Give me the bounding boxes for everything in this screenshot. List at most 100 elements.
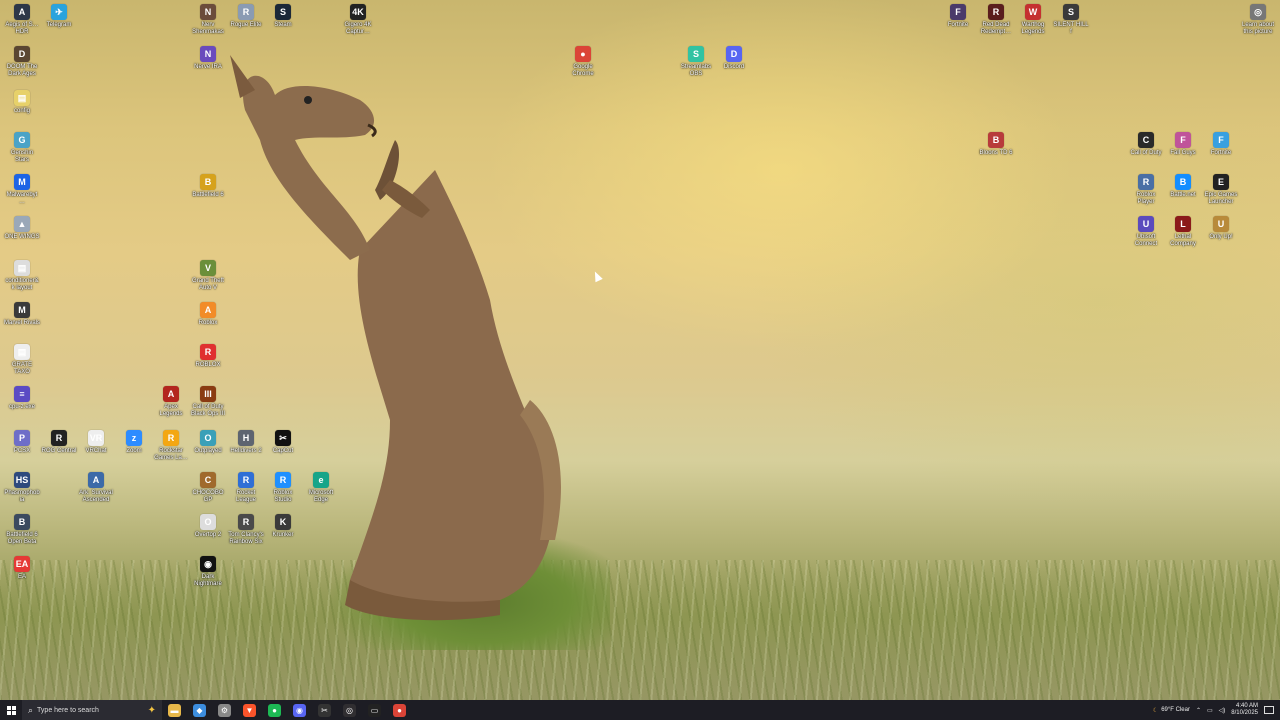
desktop-icon[interactable]: R Rockstar Games La… bbox=[153, 430, 189, 462]
desktop-icon[interactable]: R Roblox Player bbox=[1128, 174, 1164, 206]
clock[interactable]: 4:40 AM 8/10/2025 bbox=[1231, 703, 1258, 717]
desktop-icon-label: Only Up! bbox=[1209, 234, 1233, 240]
app-icon: B bbox=[988, 132, 1004, 148]
desktop-icon[interactable]: N Nerve IRA bbox=[190, 46, 226, 71]
start-button[interactable] bbox=[0, 700, 22, 720]
desktop-icon[interactable]: D Discord bbox=[716, 46, 752, 71]
desktop-icon[interactable]: S Steam bbox=[265, 4, 301, 29]
desktop-icon[interactable]: ◉ Dark Nightmare bbox=[190, 556, 226, 588]
desktop-icon[interactable]: ◎ Learn about this picture bbox=[1240, 4, 1276, 36]
show-hidden-icons-chevron-icon[interactable]: ⌃ bbox=[1196, 707, 1201, 714]
desktop-icon[interactable]: S Streamlabs OBS bbox=[678, 46, 714, 78]
desktop-icon[interactable]: M Malwarebyt… bbox=[4, 174, 40, 206]
desktop-icon[interactable]: O Overtop 2 bbox=[190, 514, 226, 539]
desktop-icon[interactable]: A Apex Legends bbox=[153, 386, 189, 418]
weather-widget[interactable]: ☾ 69°F Clear bbox=[1153, 707, 1190, 714]
desktop-icon[interactable]: P PCSX bbox=[4, 430, 40, 455]
desktop-icon-label: Tom Clancy's Rainbow Six bbox=[228, 532, 264, 545]
taskbar-settings-icon[interactable]: ⚙ bbox=[218, 703, 231, 717]
app-icon: N bbox=[200, 4, 216, 20]
desktop-icon[interactable]: R Tom Clancy's Rainbow Six bbox=[228, 514, 264, 546]
desktop-icon-label: SILENT HILL f bbox=[1053, 22, 1089, 35]
app-icon: R bbox=[238, 514, 254, 530]
desktop-icon[interactable]: ● Google Chrome bbox=[565, 46, 601, 78]
desktop-icon[interactable]: z Zoom bbox=[116, 430, 152, 455]
app-icon: S bbox=[1063, 4, 1079, 20]
app-icon: C bbox=[1138, 132, 1154, 148]
desktop-icon[interactable]: R ROG Central bbox=[41, 430, 77, 455]
desktop-icon[interactable]: D DOOM The Dark Ages bbox=[4, 46, 40, 78]
app-icon: e bbox=[313, 472, 329, 488]
taskbar-search[interactable]: ⌕ Type here to search ✦ bbox=[22, 700, 162, 720]
desktop-icon[interactable]: ▤ config bbox=[4, 90, 40, 115]
volume-icon[interactable]: ◁) bbox=[1219, 707, 1226, 714]
desktop-icon[interactable]: ✂ CapCut bbox=[265, 430, 301, 455]
desktop-icon-label: PCSX bbox=[13, 448, 31, 454]
desktop-icon-label: Marvel Rivals bbox=[4, 320, 41, 326]
desktop-icon[interactable]: K Krunker bbox=[265, 514, 301, 539]
desktop-icon[interactable]: R Rocket League bbox=[228, 472, 264, 504]
desktop-icon-label: Ark: Survival Ascended bbox=[79, 490, 113, 503]
desktop-icon[interactable]: 4K Gigero 4K Captur… bbox=[340, 4, 376, 36]
desktop-icon[interactable]: A Aegis of S… HDR bbox=[4, 4, 40, 36]
desktop-icon[interactable]: F Fortnite bbox=[940, 4, 976, 29]
taskbar-brave-icon[interactable]: ▼ bbox=[243, 703, 256, 717]
weather-text: 69°F Clear bbox=[1161, 707, 1190, 713]
desktop-icon[interactable]: L Lethal Company bbox=[1165, 216, 1201, 248]
app-icon: U bbox=[1213, 216, 1229, 232]
desktop-icon[interactable]: R Rogue Elite bbox=[228, 4, 264, 29]
desktop-icon[interactable]: O Outplayed bbox=[190, 430, 226, 455]
taskbar-terminal-icon[interactable]: ▭ bbox=[368, 703, 381, 717]
desktop-icon[interactable]: ≡ cpu-z.exe bbox=[4, 386, 40, 411]
desktop-icon[interactable]: B Battle.net bbox=[1165, 174, 1201, 199]
desktop-icon[interactable]: E Epic Games Launcher bbox=[1203, 174, 1239, 206]
desktop-icon[interactable]: G Genshin Stars bbox=[4, 132, 40, 164]
desktop-icon[interactable]: VR VRChat bbox=[78, 430, 114, 455]
app-icon: D bbox=[14, 46, 30, 62]
desktop-icon[interactable]: V Grand Theft Auto V bbox=[190, 260, 226, 292]
desktop-icon[interactable]: B Battlefield 6 bbox=[190, 174, 226, 199]
taskbar-visual-studio-icon[interactable]: ◆ bbox=[193, 703, 206, 717]
desktop-icon[interactable]: F Fortnite bbox=[1203, 132, 1239, 157]
desktop-icon-label: CHOCOBO GP bbox=[192, 490, 224, 503]
desktop-icon-label: Genshin Stars bbox=[10, 150, 34, 163]
network-icon[interactable]: ▭ bbox=[1207, 707, 1213, 714]
desktop-icon[interactable]: III Call of Duty Black Ops III bbox=[190, 386, 226, 418]
app-icon: R bbox=[238, 472, 254, 488]
desktop-icon[interactable]: EA EA bbox=[4, 556, 40, 581]
desktop-icon[interactable]: R Red Dead Redempt… bbox=[978, 4, 1014, 36]
taskbar-discord-icon[interactable]: ◉ bbox=[293, 703, 306, 717]
desktop-icon[interactable]: ▲ ONE WINGS bbox=[4, 216, 40, 241]
desktop-icon[interactable]: ▤ conditioner&k layout bbox=[4, 260, 40, 292]
desktop-icon[interactable]: HS Phasmophobia bbox=[4, 472, 40, 504]
desktop-icon[interactable]: A Roblox bbox=[190, 302, 226, 327]
desktop-icon[interactable]: ▤ GRATE TAXO bbox=[4, 344, 40, 376]
desktop-icon[interactable]: U Ubisoft Connect bbox=[1128, 216, 1164, 248]
desktop-icon[interactable]: S SILENT HILL f bbox=[1053, 4, 1089, 36]
desktop-icon[interactable]: R Roblox Studio bbox=[265, 472, 301, 504]
copilot-icon[interactable]: ✦ bbox=[148, 705, 156, 716]
app-icon: R bbox=[238, 4, 254, 20]
app-icon: F bbox=[950, 4, 966, 20]
desktop-icon[interactable]: e Microsoft Edge bbox=[303, 472, 339, 504]
taskbar-file-explorer-icon[interactable]: ▬ bbox=[168, 703, 181, 717]
desktop-icon[interactable]: H Helldivers 2 bbox=[228, 430, 264, 455]
desktop-icon[interactable]: W Warthog Legends bbox=[1015, 4, 1051, 36]
desktop-icon[interactable]: R ROBLOX bbox=[190, 344, 226, 369]
desktop-icon[interactable]: B Bloons TD 6 bbox=[978, 132, 1014, 157]
desktop-icon[interactable]: F Fall Guys bbox=[1165, 132, 1201, 157]
desktop-icon-label: Rocket League bbox=[235, 490, 257, 503]
taskbar-spotify-icon[interactable]: ● bbox=[268, 703, 281, 717]
taskbar-chrome-icon[interactable]: ● bbox=[393, 703, 406, 717]
desktop-icon[interactable]: ✈ Telegram bbox=[41, 4, 77, 29]
desktop-icon[interactable]: C Call of Duty bbox=[1128, 132, 1164, 157]
notification-center-icon[interactable] bbox=[1264, 706, 1274, 714]
taskbar-obs-icon[interactable]: ◎ bbox=[343, 703, 356, 717]
desktop-icon[interactable]: N Nerv Shenmakas bbox=[190, 4, 226, 36]
desktop-icon[interactable]: B Battlefield 6 Open Beta bbox=[4, 514, 40, 546]
desktop-icon[interactable]: C CHOCOBO GP bbox=[190, 472, 226, 504]
desktop-icon[interactable]: U Only Up! bbox=[1203, 216, 1239, 241]
desktop-icon[interactable]: A Ark: Survival Ascended bbox=[78, 472, 114, 504]
desktop-icon[interactable]: M Marvel Rivals bbox=[4, 302, 40, 327]
taskbar-capcut-icon[interactable]: ✂ bbox=[318, 703, 331, 717]
